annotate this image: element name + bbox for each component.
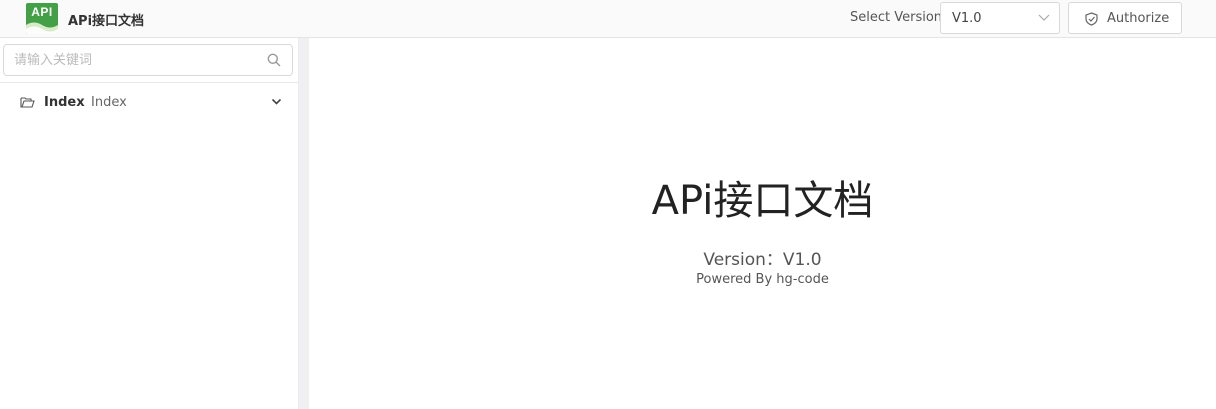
version-select-value: V1.0 [952, 11, 982, 26]
powered-by: Powered By hg-code [696, 272, 829, 287]
chevron-down-icon [1038, 14, 1050, 21]
top-header: API APi接口文档 Select Version V1.0 Authoriz… [0, 0, 1216, 38]
sidebar: Index Index [0, 38, 299, 409]
search-box [3, 44, 293, 76]
sidebar-resizer[interactable] [299, 38, 309, 409]
logo-text: API [31, 5, 53, 19]
main-content: APi接口文档 Version：V1.0 Powered By hg-code [309, 38, 1216, 409]
sidebar-item-description: Index [91, 95, 127, 110]
app-title: APi接口文档 [68, 14, 145, 29]
doc-title: APi接口文档 [651, 178, 874, 224]
logo-wave-icon [26, 22, 58, 34]
version-label: Select Version [850, 10, 943, 25]
authorize-label: Authorize [1107, 11, 1170, 26]
folder-open-icon [20, 97, 35, 108]
version-select[interactable]: V1.0 [940, 2, 1060, 34]
api-logo: API [26, 3, 58, 34]
shield-check-icon [1085, 12, 1098, 26]
doc-version: Version：V1.0 [703, 250, 822, 270]
sidebar-item-name: Index [44, 95, 85, 110]
sidebar-item-index[interactable]: Index Index [0, 88, 299, 118]
authorize-button[interactable]: Authorize [1068, 2, 1182, 34]
sidebar-divider [0, 82, 299, 83]
search-input[interactable] [14, 51, 254, 69]
chevron-down-icon[interactable] [271, 98, 282, 106]
search-icon[interactable] [267, 53, 281, 67]
